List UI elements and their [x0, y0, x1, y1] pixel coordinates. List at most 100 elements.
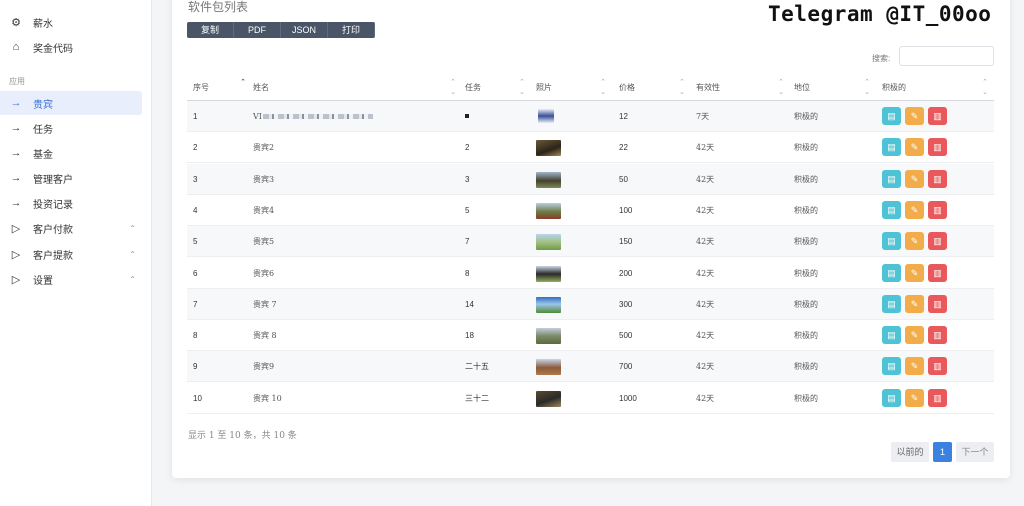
view-button[interactable]: ▤ — [882, 326, 901, 345]
view-button[interactable]: ▤ — [882, 169, 901, 188]
delete-button[interactable]: ▥ — [928, 107, 947, 125]
edit-button[interactable]: ✎ — [905, 357, 924, 376]
sidebar-item-vip[interactable]: → 贵宾 — [0, 91, 142, 115]
chevron-up-icon[interactable]: ⌃ — [129, 224, 136, 233]
pdf-button[interactable]: PDF — [234, 22, 281, 38]
cell-validity: 42天 — [696, 362, 715, 372]
page-1-button[interactable]: 1 — [933, 442, 952, 462]
cell-no: 4 — [193, 205, 198, 215]
sidebar-item-label: 客户付款 — [33, 224, 73, 236]
cell-status: 积极的 — [794, 143, 818, 153]
view-button[interactable]: ▤ — [882, 232, 901, 251]
search-input[interactable] — [899, 46, 994, 66]
photo-thumbnail[interactable] — [536, 328, 561, 345]
delete-button[interactable]: ▥ — [928, 169, 947, 188]
trash-icon: ▥ — [933, 392, 942, 403]
view-button[interactable]: ▤ — [882, 138, 901, 157]
cell-no: 7 — [193, 299, 198, 309]
view-button[interactable]: ▤ — [882, 357, 901, 376]
previous-page-button[interactable]: 以前的 — [891, 442, 929, 462]
column-header-photo[interactable]: 照片 ⌃ ⌄ — [536, 77, 610, 99]
edit-button[interactable]: ✎ — [905, 388, 924, 407]
sidebar-item-manage-customers[interactable]: → 管理客户 — [0, 166, 142, 190]
row-actions: ▤ ✎ ▥ — [882, 263, 947, 282]
trash-icon: ▥ — [933, 267, 942, 278]
sidebar-item-customer-withdrawals[interactable]: ▷ 客户提款 ⌃ — [0, 242, 142, 266]
column-header-no[interactable]: 序号 ⌃ — [193, 77, 250, 99]
chevron-up-icon[interactable]: ⌃ — [129, 250, 136, 259]
photo-thumbnail[interactable] — [536, 359, 561, 376]
photo-thumbnail[interactable] — [538, 109, 554, 123]
cell-name: 贵宾2 — [253, 143, 275, 153]
row-actions: ▤ ✎ ▥ — [882, 200, 947, 219]
sidebar-item-investment-records[interactable]: → 投资记录 — [0, 191, 142, 215]
chevron-up-icon[interactable]: ⌃ — [129, 275, 136, 284]
sidebar-item-salary[interactable]: ⚙ 薪水 — [0, 10, 142, 34]
row-actions: ▤ ✎ ▥ — [882, 326, 947, 345]
cell-validity: 42天 — [696, 143, 715, 153]
next-page-button[interactable]: 下一个 — [956, 442, 994, 462]
photo-thumbnail[interactable] — [536, 234, 561, 251]
edit-button[interactable]: ✎ — [905, 232, 924, 251]
photo-thumbnail[interactable] — [536, 140, 561, 157]
edit-button[interactable]: ✎ — [905, 326, 924, 345]
sidebar-item-funds[interactable]: → 基金 — [0, 141, 142, 165]
edit-button[interactable]: ✎ — [905, 138, 924, 157]
cell-status: 积极的 — [794, 393, 818, 403]
photo-thumbnail[interactable] — [536, 171, 561, 188]
calendar-icon: ▤ — [887, 361, 896, 372]
sidebar-item-settings[interactable]: ▷ 设置 ⌃ — [0, 267, 142, 291]
column-header-active[interactable]: 积极的 ⌃ ⌄ — [882, 77, 992, 99]
view-button[interactable]: ▤ — [882, 200, 901, 219]
cell-no: 8 — [193, 331, 198, 341]
photo-thumbnail[interactable] — [536, 296, 561, 313]
sidebar-item-label: 设置 — [33, 275, 53, 287]
edit-button[interactable]: ✎ — [905, 169, 924, 188]
sort-icon: ⌃ ⌄ — [778, 78, 784, 96]
sidebar-item-bonus-code[interactable]: ⌂ 奖金代码 — [0, 35, 142, 59]
column-header-price[interactable]: 价格 ⌃ ⌄ — [619, 77, 689, 99]
edit-button[interactable]: ✎ — [905, 263, 924, 282]
column-header-validity[interactable]: 有效性 ⌃ ⌄ — [696, 77, 788, 99]
delete-button[interactable]: ▥ — [928, 294, 947, 313]
edit-button[interactable]: ✎ — [905, 200, 924, 219]
column-header-task[interactable]: 任务 ⌃ ⌄ — [465, 77, 529, 99]
edit-button[interactable]: ✎ — [905, 294, 924, 313]
delete-button[interactable]: ▥ — [928, 138, 947, 157]
calendar-icon: ▤ — [887, 111, 896, 121]
calendar-icon: ▤ — [887, 142, 896, 153]
cell-status: 积极的 — [794, 112, 818, 121]
delete-button[interactable]: ▥ — [928, 232, 947, 251]
delete-button[interactable]: ▥ — [928, 263, 947, 282]
sidebar-item-label: 奖金代码 — [33, 43, 73, 55]
pencil-icon: ✎ — [910, 142, 919, 153]
cell-status: 积极的 — [794, 174, 818, 184]
view-button[interactable]: ▤ — [882, 294, 901, 313]
photo-thumbnail[interactable] — [536, 390, 561, 407]
view-button[interactable]: ▤ — [882, 388, 901, 407]
photo-thumbnail[interactable] — [536, 202, 561, 219]
cell-no: 9 — [193, 362, 198, 372]
cell-price: 12 — [619, 112, 628, 121]
delete-button[interactable]: ▥ — [928, 200, 947, 219]
watermark: Telegram @IT_00oo — [768, 2, 992, 26]
photo-thumbnail[interactable] — [536, 265, 561, 282]
sidebar-item-customer-payments[interactable]: ▷ 客户付款 ⌃ — [0, 216, 142, 240]
edit-button[interactable]: ✎ — [905, 107, 924, 125]
view-button[interactable]: ▤ — [882, 263, 901, 282]
pencil-icon: ✎ — [910, 392, 919, 403]
sidebar-item-tasks[interactable]: → 任务 — [0, 116, 142, 140]
delete-button[interactable]: ▥ — [928, 388, 947, 407]
column-header-name[interactable]: 姓名 ⌃ ⌄ — [253, 77, 460, 99]
column-header-status[interactable]: 地位 ⌃ ⌄ — [794, 77, 874, 99]
copy-button[interactable]: 复制 — [187, 22, 234, 38]
json-button[interactable]: JSON — [281, 22, 328, 38]
delete-button[interactable]: ▥ — [928, 326, 947, 345]
view-button[interactable]: ▤ — [882, 107, 901, 125]
print-button[interactable]: 打印 — [328, 22, 375, 38]
sidebar-item-label: 任务 — [33, 124, 53, 136]
sort-icon: ⌃ ⌄ — [519, 78, 525, 96]
delete-button[interactable]: ▥ — [928, 357, 947, 376]
pencil-icon: ✎ — [910, 204, 919, 215]
pencil-icon: ✎ — [910, 330, 919, 341]
